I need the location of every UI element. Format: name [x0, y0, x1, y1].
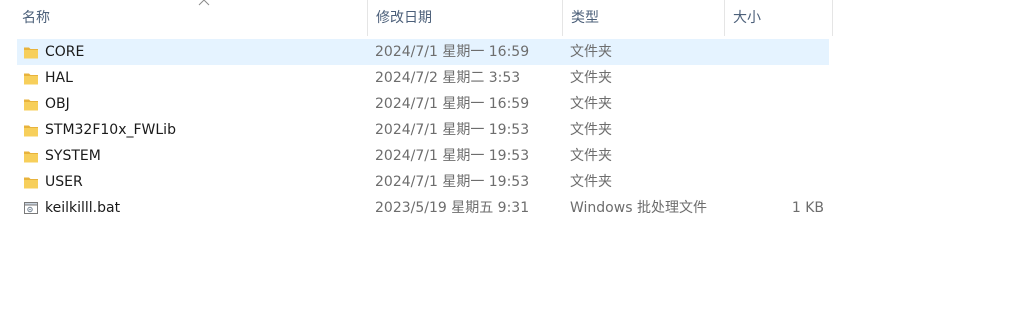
file-row[interactable]: USER 2024/7/1 星期一 19:53 文件夹 [17, 169, 829, 195]
folder-icon [24, 99, 38, 111]
file-name: HAL [45, 70, 73, 86]
file-modified: 2024/7/1 星期一 16:59 [375, 44, 530, 60]
file-list: CORE 2024/7/1 星期一 16:59 文件夹 HAL 2024/7/2 星期二… [17, 39, 829, 221]
file-row[interactable]: OBJ 2024/7/1 星期一 16:59 文件夹 [17, 91, 829, 117]
folder-icon [24, 177, 38, 189]
folder-icon [24, 151, 38, 163]
column-header-type[interactable]: 类型 [562, 0, 724, 36]
column-header-row: 名称 修改日期 类型 大小 [0, 0, 834, 36]
folder-icon [24, 73, 38, 85]
file-row[interactable]: STM32F10x_FWLib 2024/7/1 星期一 19:53 文件夹 [17, 117, 829, 143]
file-type: Windows 批处理文件 [570, 200, 707, 216]
sort-ascending-icon [198, 0, 210, 6]
file-row[interactable]: SYSTEM 2024/7/1 星期一 19:53 文件夹 [17, 143, 829, 169]
column-header-name[interactable]: 名称 [14, 0, 368, 36]
folder-icon [24, 125, 38, 137]
file-modified: 2024/7/1 星期一 19:53 [375, 148, 530, 164]
file-name: OBJ [45, 96, 70, 112]
file-modified: 2023/5/19 星期五 9:31 [375, 200, 530, 216]
column-header-size-label: 大小 [733, 10, 761, 26]
column-header-type-label: 类型 [571, 10, 599, 26]
file-name: keilkilll.bat [45, 200, 121, 216]
file-modified: 2024/7/1 星期一 19:53 [375, 174, 530, 190]
file-name: USER [45, 174, 83, 190]
file-modified: 2024/7/2 星期二 3:53 [375, 70, 521, 86]
file-type: 文件夹 [570, 122, 612, 138]
column-header-modified-label: 修改日期 [376, 10, 432, 26]
file-type: 文件夹 [570, 174, 612, 190]
file-name: STM32F10x_FWLib [45, 122, 176, 138]
file-name: SYSTEM [45, 148, 101, 164]
file-type: 文件夹 [570, 96, 612, 112]
file-row[interactable]: CORE 2024/7/1 星期一 16:59 文件夹 [17, 39, 829, 65]
file-size: 1 KB [791, 200, 824, 216]
file-type: 文件夹 [570, 148, 612, 164]
folder-icon [24, 47, 38, 59]
batch-file-icon [24, 202, 38, 214]
column-header-name-label: 名称 [22, 10, 50, 26]
file-name: CORE [45, 44, 85, 60]
file-type: 文件夹 [570, 44, 612, 60]
file-modified: 2024/7/1 星期一 19:53 [375, 122, 530, 138]
file-modified: 2024/7/1 星期一 16:59 [375, 96, 530, 112]
column-header-size[interactable]: 大小 [724, 0, 833, 36]
file-row[interactable]: HAL 2024/7/2 星期二 3:53 文件夹 [17, 65, 829, 91]
column-header-modified[interactable]: 修改日期 [367, 0, 562, 36]
file-type: 文件夹 [570, 70, 612, 86]
file-row[interactable]: keilkilll.bat 2023/5/19 星期五 9:31 Windows 批… [17, 195, 829, 221]
